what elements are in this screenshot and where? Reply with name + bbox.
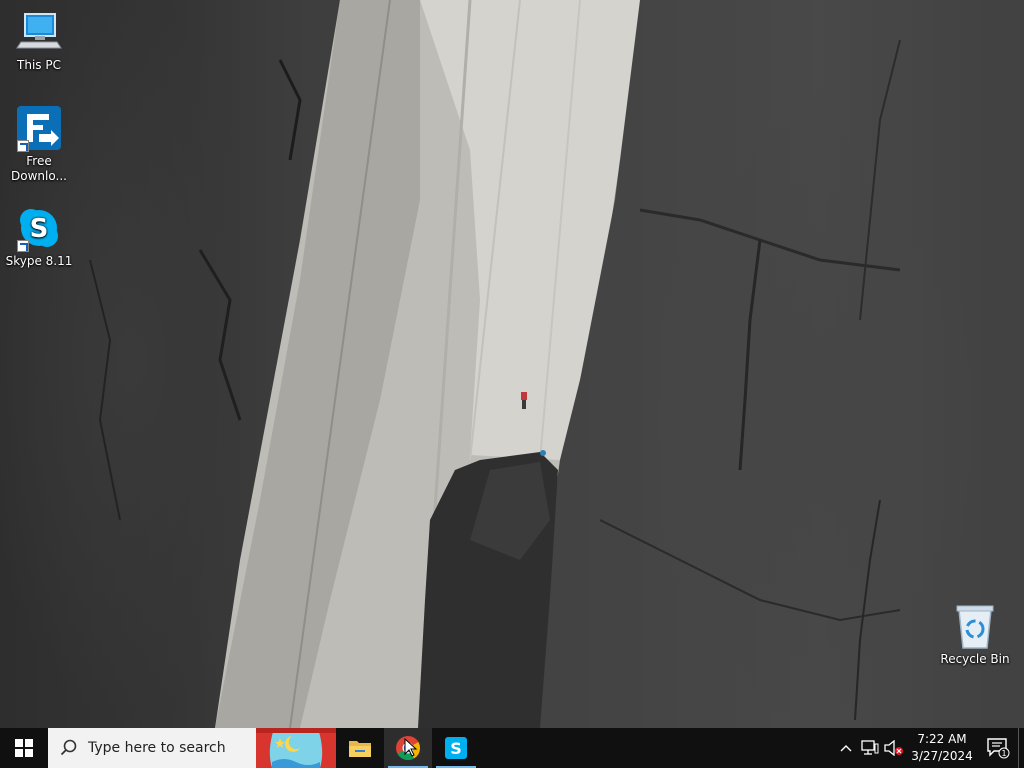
desktop-icon-recycle-bin[interactable]: Recycle Bin (938, 602, 1012, 667)
shortcut-arrow-icon (17, 240, 29, 252)
system-tray: 7:22 AM 3/27/2024 1 (834, 728, 1024, 768)
volume-muted-icon (884, 740, 903, 756)
free-download-manager-icon (15, 104, 63, 152)
search-icon (60, 739, 77, 756)
rock-wall-image (89, 0, 1024, 728)
action-center-button[interactable]: 1 (978, 728, 1018, 768)
recycle-bin-icon (951, 602, 999, 650)
start-button[interactable] (0, 728, 48, 768)
chevron-up-icon (840, 745, 852, 752)
network-button[interactable] (858, 728, 882, 768)
taskbar-app-chrome[interactable] (384, 728, 432, 768)
desktop-icon-label-line1: Free (26, 154, 52, 168)
search-placeholder: Type here to search (88, 740, 226, 756)
desktop-icon-label: Skype 8.11 (5, 254, 73, 268)
theater-app-icon (256, 728, 336, 768)
desktop-icon-label: Recycle Bin (940, 652, 1010, 666)
desktop-icon-free-download-manager[interactable]: Free Downlo... (2, 104, 76, 184)
desktop-icon-label-line2: Downlo... (11, 169, 67, 183)
taskbar-app-skype[interactable]: S (432, 728, 480, 768)
skype-icon: S (445, 737, 467, 759)
mouse-cursor-icon (404, 738, 418, 757)
desktop-icon-skype[interactable]: S Skype 8.11 (2, 204, 76, 269)
shortcut-arrow-icon (17, 140, 29, 152)
svg-text:S: S (30, 214, 49, 244)
volume-button[interactable] (882, 728, 906, 768)
this-pc-icon (15, 8, 63, 56)
clock-time: 7:22 AM (917, 732, 967, 746)
taskbar-search-box[interactable]: Type here to search (48, 728, 256, 768)
show-desktop-button[interactable] (1018, 728, 1024, 768)
desktop-icon-this-pc[interactable]: This PC (2, 8, 76, 73)
taskbar-app-theater[interactable] (256, 728, 336, 768)
show-hidden-icons-button[interactable] (834, 728, 858, 768)
clock-date: 3/27/2024 (911, 749, 973, 763)
notification-icon: 1 (987, 738, 1010, 759)
windows-start-icon (15, 739, 33, 757)
network-icon (861, 740, 879, 755)
svg-text:S: S (450, 739, 462, 758)
taskbar-app-file-explorer[interactable] (336, 728, 384, 768)
desktop-icon-label: This PC (17, 58, 61, 72)
file-explorer-icon (349, 741, 371, 757)
skype-icon: S (15, 204, 63, 252)
clock[interactable]: 7:22 AM 3/27/2024 (906, 731, 978, 765)
taskbar: Type here to search S 7:22 AM 3/27/2024 … (0, 728, 1024, 768)
desktop-wallpaper (0, 0, 1024, 728)
notification-count: 1 (1001, 749, 1006, 758)
